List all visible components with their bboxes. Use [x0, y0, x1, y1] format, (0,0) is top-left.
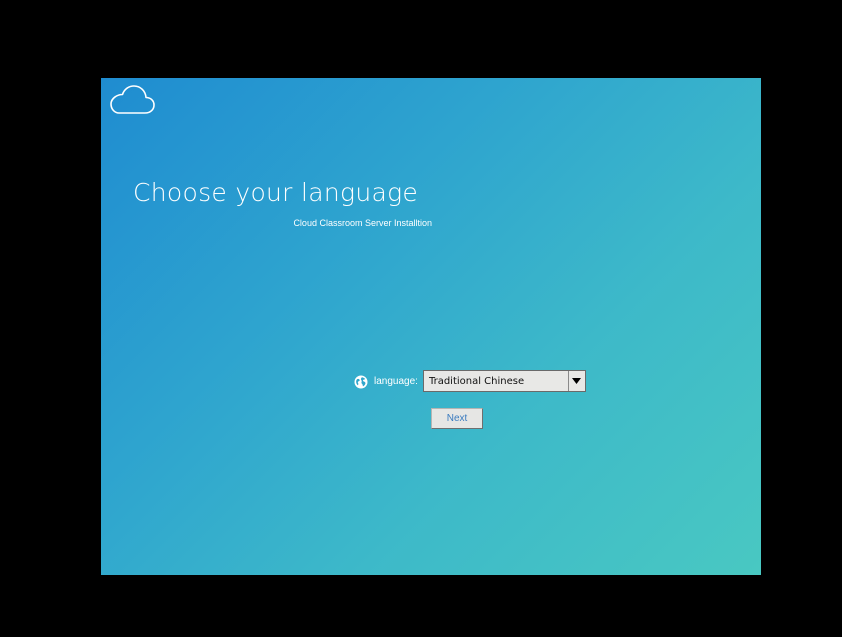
globe-icon [354, 374, 368, 389]
language-select-value: Traditional Chinese [428, 375, 525, 387]
next-button[interactable]: Next [431, 408, 483, 429]
cloud-icon [107, 84, 155, 116]
language-label: language: [374, 375, 418, 387]
installer-window: Choose your language Cloud Classroom Ser… [101, 78, 761, 575]
page-subtitle: Cloud Classroom Server Installtion [293, 218, 432, 228]
language-row: language: Traditional Chinese [354, 369, 586, 393]
language-select[interactable]: Traditional Chinese [422, 370, 586, 392]
chevron-down-icon[interactable] [567, 371, 585, 391]
page-title: Choose your language [133, 178, 419, 207]
screen-background: Choose your language Cloud Classroom Ser… [0, 0, 842, 637]
